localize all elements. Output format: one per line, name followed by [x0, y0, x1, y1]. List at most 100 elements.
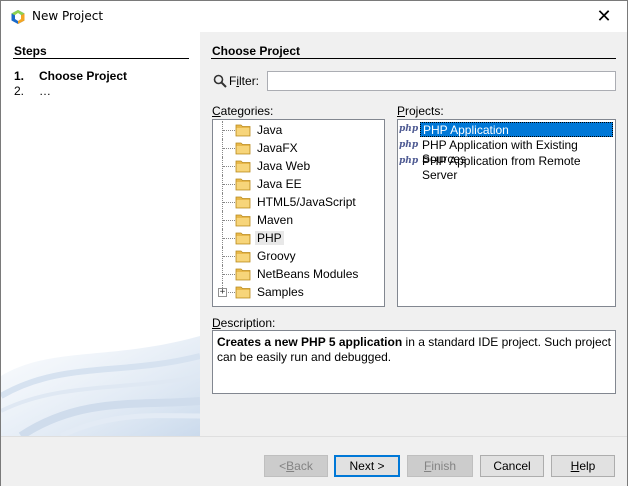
project-label: PHP Application from Remote Server [422, 154, 581, 182]
window-title: New Project [32, 9, 104, 23]
folder-icon [235, 142, 251, 155]
tree-item[interactable]: Maven [213, 211, 384, 229]
step-item: 2. … [14, 84, 127, 99]
finish-button[interactable]: Finish [407, 455, 473, 477]
steps-list: 1. Choose Project 2. … [14, 69, 127, 99]
steps-divider [13, 58, 189, 59]
tree-item-label: HTML5/JavaScript [257, 195, 356, 209]
folder-icon [235, 196, 251, 209]
tree-connector [223, 274, 235, 275]
description-label: Description: [212, 316, 275, 330]
step-item: 1. Choose Project [14, 69, 127, 84]
tree-item[interactable]: JavaFX [213, 139, 384, 157]
project-label: PHP Application with Existing Sources [422, 138, 578, 166]
categories-label-mnemonic: C [212, 104, 221, 118]
list-item[interactable]: php PHP Application [398, 121, 615, 137]
back-label-part: ack [294, 459, 313, 473]
tree-item[interactable]: + Samples [213, 283, 384, 301]
tree-item-label: Groovy [257, 249, 296, 263]
description-text: Creates a new PHP 5 application in a sta… [212, 330, 616, 394]
tree-item[interactable]: PHP [213, 229, 384, 247]
tree-item[interactable]: Java EE [213, 175, 384, 193]
header-divider [211, 58, 616, 59]
categories-label: Categories: [212, 104, 273, 118]
tree-item-label: NetBeans Modules [257, 267, 359, 281]
filter-input[interactable] [267, 71, 616, 91]
back-label-part: < [279, 459, 287, 473]
tree-connector [223, 256, 235, 257]
tree-item[interactable]: Groovy [213, 247, 384, 265]
search-icon [213, 74, 227, 88]
steps-header: Steps [14, 44, 47, 58]
help-label-part: elp [579, 459, 596, 473]
php-icon: php [399, 140, 419, 150]
button-bar: < Back Next > Finish Cancel Help [1, 436, 627, 486]
tree-connector [223, 130, 235, 131]
projects-list[interactable]: php PHP Application php PHP Application wit… [397, 119, 616, 307]
cancel-label: Cancel [493, 459, 531, 473]
tree-item[interactable]: Java Web [213, 157, 384, 175]
description-bold: Creates a new PHP 5 application [217, 335, 403, 349]
list-item[interactable]: php PHP Application with Existing Sources [398, 137, 615, 166]
folder-icon [235, 124, 251, 137]
cancel-button[interactable]: Cancel [480, 455, 544, 477]
new-project-dialog: New Project ✕ Steps 1. Choose Project 2.… … [0, 0, 628, 486]
tree-item-label: JavaFX [257, 141, 298, 155]
tree-item[interactable]: HTML5/JavaScript [213, 193, 384, 211]
back-label-mnemonic: B [286, 459, 295, 473]
tree-item-label: Java Web [257, 159, 311, 173]
folder-icon [235, 214, 251, 227]
tree-connector [223, 220, 235, 221]
tree-connector [223, 148, 235, 149]
filter-label: Filter: [229, 74, 259, 88]
step-number: 2. [14, 84, 25, 98]
title-bar: New Project ✕ [1, 1, 627, 32]
next-button[interactable]: Next > [334, 455, 400, 477]
netbeans-logo-icon [11, 10, 25, 24]
folder-icon [235, 250, 251, 263]
categories-label-part: ategories: [220, 104, 274, 118]
tree-connector [223, 184, 235, 185]
decorative-wave-graphic [1, 336, 200, 436]
expand-plus-icon[interactable]: + [218, 288, 227, 297]
tree-connector [223, 238, 235, 239]
tree-item[interactable]: NetBeans Modules [213, 265, 384, 283]
categories-tree[interactable]: Java JavaFX Java Web Java EE HTML5/JavaScrip… [212, 119, 385, 307]
list-item[interactable]: php PHP Application from Remote Server [398, 153, 615, 182]
description-label-mnemonic: D [212, 316, 221, 330]
filter-label-part: lter: [239, 74, 260, 88]
step-label: … [39, 84, 51, 98]
step-number: 1. [14, 69, 25, 83]
project-label: PHP Application [420, 122, 613, 137]
close-icon: ✕ [596, 6, 612, 27]
php-icon: php [399, 124, 419, 134]
tree-connector [223, 166, 235, 167]
help-button[interactable]: Help [551, 455, 615, 477]
folder-icon [235, 286, 251, 299]
back-button[interactable]: < Back [264, 455, 328, 477]
projects-label-mnemonic: P [397, 104, 406, 118]
php-icon: php [399, 156, 419, 166]
help-label-mnemonic: H [570, 459, 580, 473]
tree-item-label: Java EE [257, 177, 302, 191]
tree-item[interactable]: Java [213, 121, 384, 139]
tree-item-label: PHP [255, 231, 284, 245]
tree-item-label: Java [257, 123, 283, 137]
tree-item-label: Maven [257, 213, 294, 227]
projects-label: Projects: [397, 104, 444, 118]
tree-item-label: Samples [257, 285, 304, 299]
main-panel: Choose Project Filter: Categories: Proje… [200, 32, 627, 436]
finish-label-mnemonic: F [423, 459, 432, 473]
tree-connector [223, 202, 235, 203]
next-label: Next > [349, 459, 385, 473]
description-label-part: escription: [220, 316, 276, 330]
projects-label-part: rojects: [405, 104, 444, 118]
finish-label-part: inish [431, 459, 457, 473]
folder-icon [235, 268, 251, 281]
close-button[interactable]: ✕ [581, 1, 627, 32]
folder-icon [235, 160, 251, 173]
step-label: Choose Project [39, 69, 128, 83]
folder-icon [235, 232, 251, 245]
page-title: Choose Project [212, 44, 301, 58]
folder-icon [235, 178, 251, 191]
